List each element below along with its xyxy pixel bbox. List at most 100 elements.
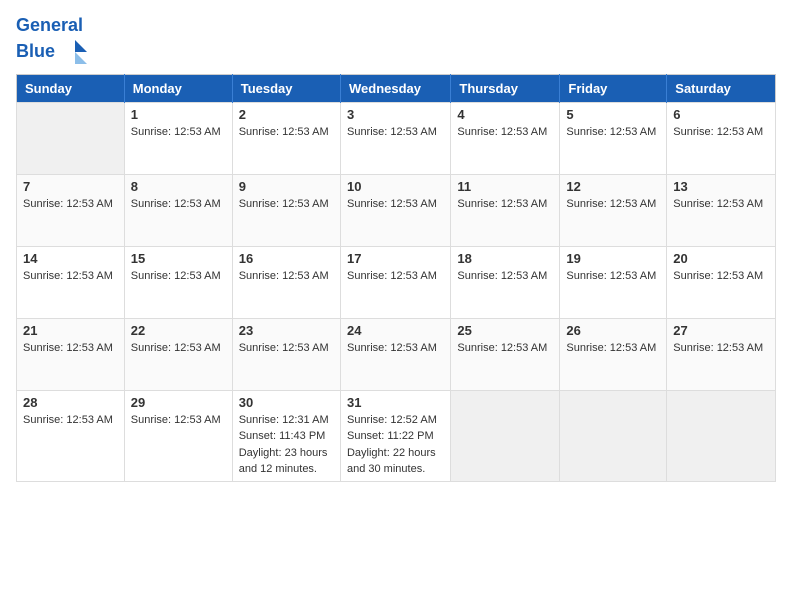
day-number: 3 [347, 107, 444, 122]
calendar-cell: 1 Sunrise: 12:53 AM [124, 102, 232, 174]
calendar-cell: 15 Sunrise: 12:53 AM [124, 246, 232, 318]
day-number: 6 [673, 107, 769, 122]
calendar-cell: 9 Sunrise: 12:53 AM [232, 174, 340, 246]
day-number: 16 [239, 251, 334, 266]
day-info: Sunrise: 12:53 AM [239, 198, 329, 210]
calendar-cell: 16 Sunrise: 12:53 AM [232, 246, 340, 318]
weekday-header-sunday: Sunday [17, 74, 125, 102]
calendar-table: SundayMondayTuesdayWednesdayThursdayFrid… [16, 74, 776, 483]
day-info: Sunrise: 12:53 AM [131, 126, 221, 138]
logo-text: General [16, 16, 89, 36]
day-info: Sunrise: 12:53 AM [457, 270, 547, 282]
calendar-cell: 22Sunrise: 12:53 AM [124, 318, 232, 390]
day-number: 19 [566, 251, 660, 266]
calendar-cell: 20Sunrise: 12:53 AM [667, 246, 776, 318]
calendar-cell [667, 390, 776, 482]
weekday-header-tuesday: Tuesday [232, 74, 340, 102]
calendar-cell: 8 Sunrise: 12:53 AM [124, 174, 232, 246]
day-info: Sunrise: 12:53 AM [457, 342, 547, 354]
weekday-header-wednesday: Wednesday [340, 74, 450, 102]
day-info: Sunrise: 12:53 AM [347, 198, 437, 210]
calendar-cell: 29 Sunrise: 12:53 AM [124, 390, 232, 482]
day-number: 8 [131, 179, 226, 194]
day-number: 13 [673, 179, 769, 194]
day-number: 18 [457, 251, 553, 266]
logo-icon [57, 36, 89, 68]
day-number: 28 [23, 395, 118, 410]
day-info: Sunrise: 12:53 AM [673, 126, 763, 138]
day-number: 26 [566, 323, 660, 338]
day-info: Sunrise: 12:53 AM [23, 414, 113, 426]
day-info: Sunrise: 12:53 AM [566, 270, 656, 282]
calendar-cell: 4 Sunrise: 12:53 AM [451, 102, 560, 174]
day-info: Sunrise: 12:53 AM [457, 198, 547, 210]
calendar-cell: 7 Sunrise: 12:53 AM [17, 174, 125, 246]
day-info: Sunrise: 12:53 AM [131, 270, 221, 282]
day-number: 2 [239, 107, 334, 122]
day-number: 24 [347, 323, 444, 338]
calendar-cell: 17 Sunrise: 12:53 AM [340, 246, 450, 318]
day-number: 9 [239, 179, 334, 194]
calendar-week-row: 7 Sunrise: 12:53 AM 8 Sunrise: 12:53 AM 9 Sun… [17, 174, 776, 246]
calendar-cell: 28 Sunrise: 12:53 AM [17, 390, 125, 482]
day-number: 4 [457, 107, 553, 122]
day-number: 27 [673, 323, 769, 338]
day-info: Sunrise: 12:53 AM [673, 198, 763, 210]
day-number: 30 [239, 395, 334, 410]
day-number: 12 [566, 179, 660, 194]
day-number: 21 [23, 323, 118, 338]
day-info: Sunrise: 12:53 AM [566, 342, 656, 354]
day-info: Sunrise: 12:53 AM [673, 342, 763, 354]
calendar-cell: 30 Sunrise: 12:31 AM Sunset: 11:43 PM Day… [232, 390, 340, 482]
day-info: Sunrise: 12:53 AM [23, 342, 113, 354]
day-info: Sunrise: 12:53 AM [566, 198, 656, 210]
day-info: Sunrise: 12:53 AM [239, 270, 329, 282]
calendar-cell: 26 Sunrise: 12:53 AM [560, 318, 667, 390]
weekday-header-saturday: Saturday [667, 74, 776, 102]
calendar-header-row: SundayMondayTuesdayWednesdayThursdayFrid… [17, 74, 776, 102]
day-info: Sunrise: 12:53 AM [239, 126, 329, 138]
day-number: 5 [566, 107, 660, 122]
day-number: 22 [131, 323, 226, 338]
day-number: 15 [131, 251, 226, 266]
calendar-cell: 14Sunrise: 12:53 AM [17, 246, 125, 318]
day-number: 31 [347, 395, 444, 410]
calendar-cell: 2 Sunrise: 12:53 AM [232, 102, 340, 174]
calendar-cell: 25Sunrise: 12:53 AM [451, 318, 560, 390]
day-number: 10 [347, 179, 444, 194]
day-info: Sunrise: 12:31 AM Sunset: 11:43 PM Dayli… [239, 414, 329, 475]
day-info: Sunrise: 12:53 AM [131, 414, 221, 426]
day-info: Sunrise: 12:53 AM [131, 198, 221, 210]
day-info: Sunrise: 12:53 AM [347, 342, 437, 354]
day-number: 1 [131, 107, 226, 122]
day-number: 17 [347, 251, 444, 266]
day-info: Sunrise: 12:53 AM [566, 126, 656, 138]
day-number: 29 [131, 395, 226, 410]
calendar-cell [17, 102, 125, 174]
day-number: 14 [23, 251, 118, 266]
weekday-header-monday: Monday [124, 74, 232, 102]
weekday-header-friday: Friday [560, 74, 667, 102]
day-info: Sunrise: 12:53 AM [347, 270, 437, 282]
calendar-cell: 18 Sunrise: 12:53 AM [451, 246, 560, 318]
calendar-cell: 5 Sunrise: 12:53 AM [560, 102, 667, 174]
day-info: Sunrise: 12:53 AM [673, 270, 763, 282]
logo-text2: Blue [16, 36, 89, 68]
page-header: General Blue [16, 16, 776, 68]
day-info: Sunrise: 12:53 AM [239, 342, 329, 354]
day-number: 23 [239, 323, 334, 338]
calendar-cell: 3 Sunrise: 12:53 AM [340, 102, 450, 174]
day-info: Sunrise: 12:53 AM [457, 126, 547, 138]
day-number: 11 [457, 179, 553, 194]
logo: General Blue [16, 16, 89, 68]
day-info: Sunrise: 12:52 AM Sunset: 11:22 PM Dayli… [347, 414, 437, 475]
calendar-cell: 27 Sunrise: 12:53 AM [667, 318, 776, 390]
calendar-week-row: 21Sunrise: 12:53 AM22Sunrise: 12:53 AM23… [17, 318, 776, 390]
day-info: Sunrise: 12:53 AM [23, 198, 113, 210]
calendar-cell: 23 Sunrise: 12:53 AM [232, 318, 340, 390]
day-info: Sunrise: 12:53 AM [347, 126, 437, 138]
calendar-week-row: 14Sunrise: 12:53 AM15Sunrise: 12:53 AM16… [17, 246, 776, 318]
calendar-cell [451, 390, 560, 482]
day-number: 7 [23, 179, 118, 194]
calendar-cell: 19 Sunrise: 12:53 AM [560, 246, 667, 318]
